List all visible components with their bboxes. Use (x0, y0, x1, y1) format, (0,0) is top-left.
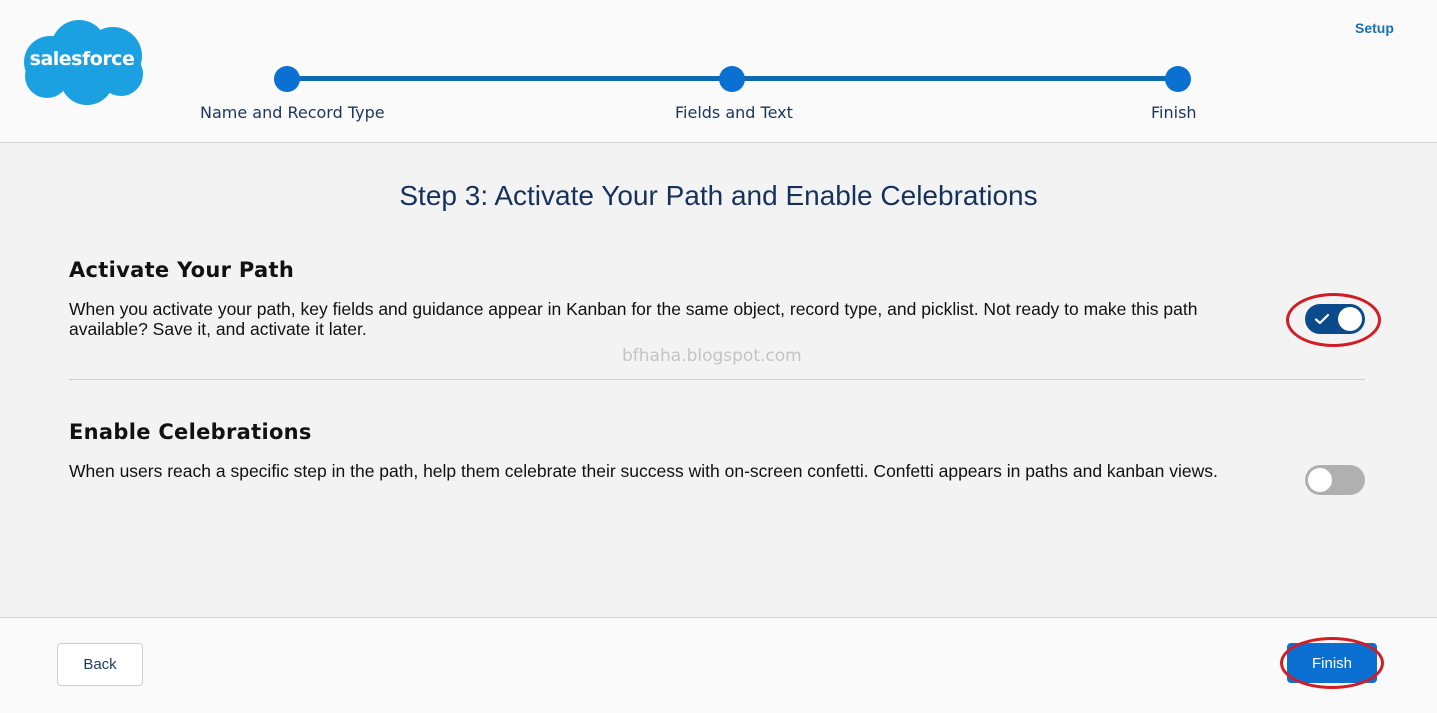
toggle-knob (1308, 468, 1332, 492)
section-divider (69, 379, 1365, 380)
finish-button[interactable]: Finish (1287, 643, 1377, 683)
path-step-3-dot[interactable] (1165, 66, 1191, 92)
path-step-3-label: Finish (1151, 103, 1197, 122)
salesforce-logo: salesforce (17, 18, 147, 108)
activate-path-title: Activate Your Path (69, 258, 295, 282)
enable-celebrations-toggle[interactable] (1305, 465, 1365, 495)
back-button[interactable]: Back (57, 643, 143, 686)
enable-celebrations-title: Enable Celebrations (69, 420, 312, 444)
logo-text: salesforce (29, 48, 135, 70)
path-step-2-dot[interactable] (719, 66, 745, 92)
activate-path-toggle[interactable] (1305, 304, 1365, 334)
toggle-knob (1338, 307, 1362, 331)
path-step-2-label: Fields and Text (675, 103, 793, 122)
check-icon (1314, 313, 1330, 325)
step-title: Step 3: Activate Your Path and Enable Ce… (399, 180, 1038, 211)
watermark: bfhaha.blogspot.com (622, 346, 802, 366)
setup-link[interactable]: Setup (1355, 20, 1394, 36)
footer (0, 617, 1437, 713)
enable-celebrations-description: When users reach a specific step in the … (69, 461, 1218, 481)
activate-path-description: When you activate your path, key fields … (69, 299, 1198, 339)
path-step-1-label: Name and Record Type (200, 103, 385, 122)
path-step-1-dot[interactable] (274, 66, 300, 92)
